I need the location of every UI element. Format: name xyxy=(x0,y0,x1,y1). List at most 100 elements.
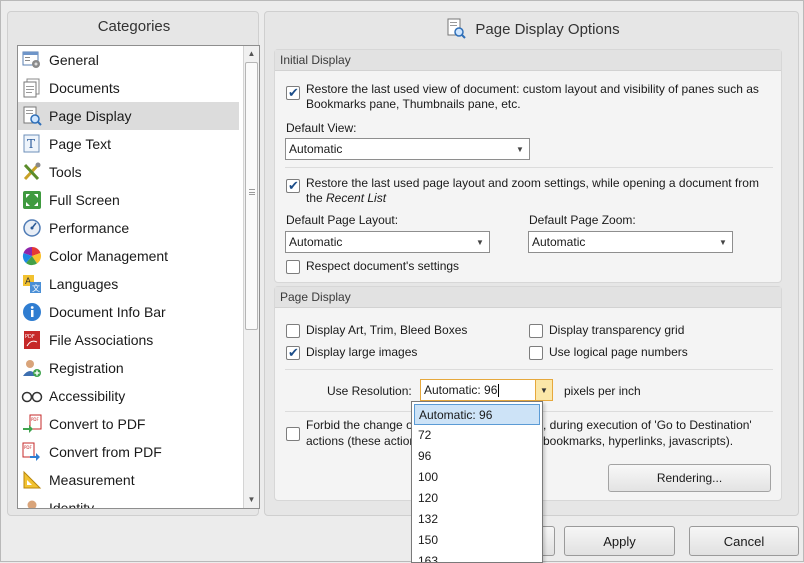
resolution-option[interactable]: Automatic: 96 xyxy=(414,404,540,425)
resolution-option[interactable]: 163 xyxy=(414,551,540,562)
category-general[interactable]: General xyxy=(18,46,239,74)
check-mark-icon: ✔ xyxy=(288,345,299,360)
category-tools[interactable]: Tools xyxy=(18,158,239,186)
page-display-icon xyxy=(445,18,467,40)
resolution-option[interactable]: 132 xyxy=(414,509,540,530)
initial-display-header: Initial Display xyxy=(275,50,781,71)
ok-button[interactable] xyxy=(541,526,555,556)
category-label: Registration xyxy=(49,360,124,376)
category-accessibility[interactable]: Accessibility xyxy=(18,382,239,410)
convert-to-pdf-icon: PDF xyxy=(21,413,43,435)
default-layout-select[interactable]: Automatic ▼ xyxy=(285,231,490,253)
category-documents[interactable]: Documents xyxy=(18,74,239,102)
category-label: Page Display xyxy=(49,108,132,124)
category-label: Tools xyxy=(49,164,82,180)
scrollbar-thumb[interactable] xyxy=(245,62,258,330)
measurement-icon xyxy=(21,469,43,491)
large-images-checkbox[interactable]: ✔ xyxy=(286,346,300,360)
dropdown-arrow-icon: ▼ xyxy=(516,144,524,154)
category-convert-from-pdf[interactable]: PDF Convert from PDF xyxy=(18,438,239,466)
pdf-file-icon: PDF xyxy=(21,329,43,351)
default-zoom-select[interactable]: Automatic ▼ xyxy=(528,231,733,253)
category-page-text[interactable]: T Page Text xyxy=(18,130,239,158)
pixels-per-inch-label: pixels per inch xyxy=(564,384,641,398)
category-label: Page Text xyxy=(49,136,112,152)
default-view-select[interactable]: Automatic ▼ xyxy=(285,138,530,160)
registration-icon xyxy=(21,357,43,379)
category-label: Performance xyxy=(49,220,130,236)
page-display-icon xyxy=(21,105,43,127)
scroll-down-arrow-icon[interactable]: ▼ xyxy=(244,492,259,507)
full-screen-icon xyxy=(21,189,43,211)
category-label: Measurement xyxy=(49,472,135,488)
category-full-screen[interactable]: Full Screen xyxy=(18,186,239,214)
default-zoom-value: Automatic xyxy=(532,235,586,249)
info-icon xyxy=(21,301,43,323)
svg-text:PDF: PDF xyxy=(31,417,39,422)
resolution-option[interactable]: 72 xyxy=(414,425,540,446)
category-measurement[interactable]: Measurement xyxy=(18,466,239,494)
options-title-text: Page Display Options xyxy=(475,20,620,38)
forbid-label-part-a: Forbid the change o xyxy=(306,418,413,432)
resolution-option[interactable]: 150 xyxy=(414,530,540,551)
category-performance[interactable]: Performance xyxy=(18,214,239,242)
cancel-button[interactable]: Cancel xyxy=(689,526,799,556)
art-trim-checkbox[interactable] xyxy=(286,324,300,338)
grip-icon xyxy=(249,189,255,195)
transparency-grid-checkbox[interactable] xyxy=(529,324,543,338)
categories-title: Categories xyxy=(97,18,171,35)
categories-list: General Documents Page Display T Page Te… xyxy=(17,45,260,509)
check-mark-icon: ✔ xyxy=(288,178,299,193)
svg-text:PDF: PDF xyxy=(24,445,32,450)
rendering-button[interactable]: Rendering... xyxy=(608,464,771,492)
category-registration[interactable]: Registration xyxy=(18,354,239,382)
forbid-change-checkbox[interactable] xyxy=(286,427,300,441)
default-view-label: Default View: xyxy=(286,121,357,135)
default-zoom-label: Default Page Zoom: xyxy=(529,213,636,227)
category-identity[interactable]: Identity xyxy=(18,494,239,509)
category-label: Identity xyxy=(49,500,95,509)
category-label: Documents xyxy=(49,80,120,96)
divider xyxy=(285,167,773,168)
resolution-option[interactable]: 120 xyxy=(414,488,540,509)
respect-settings-checkbox[interactable] xyxy=(286,260,300,274)
category-convert-to-pdf[interactable]: PDF Convert to PDF xyxy=(18,410,239,438)
divider xyxy=(285,369,773,370)
restore-layout-checkbox[interactable]: ✔ xyxy=(286,179,300,193)
apply-button[interactable]: Apply xyxy=(564,526,675,556)
category-label: File Associations xyxy=(49,332,154,348)
category-languages[interactable]: A文 Languages xyxy=(18,270,239,298)
respect-settings-label: Respect document's settings xyxy=(306,259,460,273)
preferences-dialog: Categories General Documents Page Displa… xyxy=(0,0,804,563)
resolution-combo[interactable]: Automatic: 96 ▼ xyxy=(420,379,553,401)
category-document-info-bar[interactable]: Document Info Bar xyxy=(18,298,239,326)
text-caret xyxy=(498,383,500,397)
category-color-management[interactable]: Color Management xyxy=(18,242,239,270)
category-label: Full Screen xyxy=(49,192,120,208)
category-page-display[interactable]: Page Display xyxy=(18,102,239,130)
category-label: Convert to PDF xyxy=(49,416,146,432)
restore-view-label: Restore the last used view of document: … xyxy=(306,82,759,111)
categories-scrollbar[interactable]: ▲ ▼ xyxy=(243,46,259,508)
dropdown-arrow-icon[interactable]: ▼ xyxy=(535,380,552,400)
category-label: Color Management xyxy=(49,248,169,264)
performance-icon xyxy=(21,217,43,239)
dropdown-arrow-icon: ▼ xyxy=(719,237,727,247)
default-layout-label: Default Page Layout: xyxy=(286,213,399,227)
resolution-option[interactable]: 100 xyxy=(414,467,540,488)
color-management-icon xyxy=(21,245,43,267)
resolution-option[interactable]: 96 xyxy=(414,446,540,467)
resolution-value: Automatic: 96 xyxy=(424,383,498,397)
general-icon xyxy=(21,49,43,71)
restore-view-checkbox[interactable]: ✔ xyxy=(286,86,300,100)
forbid-label-part-c: actions (these action xyxy=(306,434,417,448)
page-text-icon: T xyxy=(21,133,43,155)
logical-page-numbers-checkbox[interactable] xyxy=(529,346,543,360)
identity-icon xyxy=(21,497,43,508)
scroll-up-arrow-icon[interactable]: ▲ xyxy=(244,46,259,61)
category-file-associations[interactable]: PDF File Associations xyxy=(18,326,239,354)
categories-panel: Categories General Documents Page Displa… xyxy=(7,11,260,516)
category-label: Accessibility xyxy=(49,388,126,404)
restore-layout-label: Restore the last used page layout and zo… xyxy=(306,176,776,206)
large-images-label: Display large images xyxy=(306,345,418,359)
